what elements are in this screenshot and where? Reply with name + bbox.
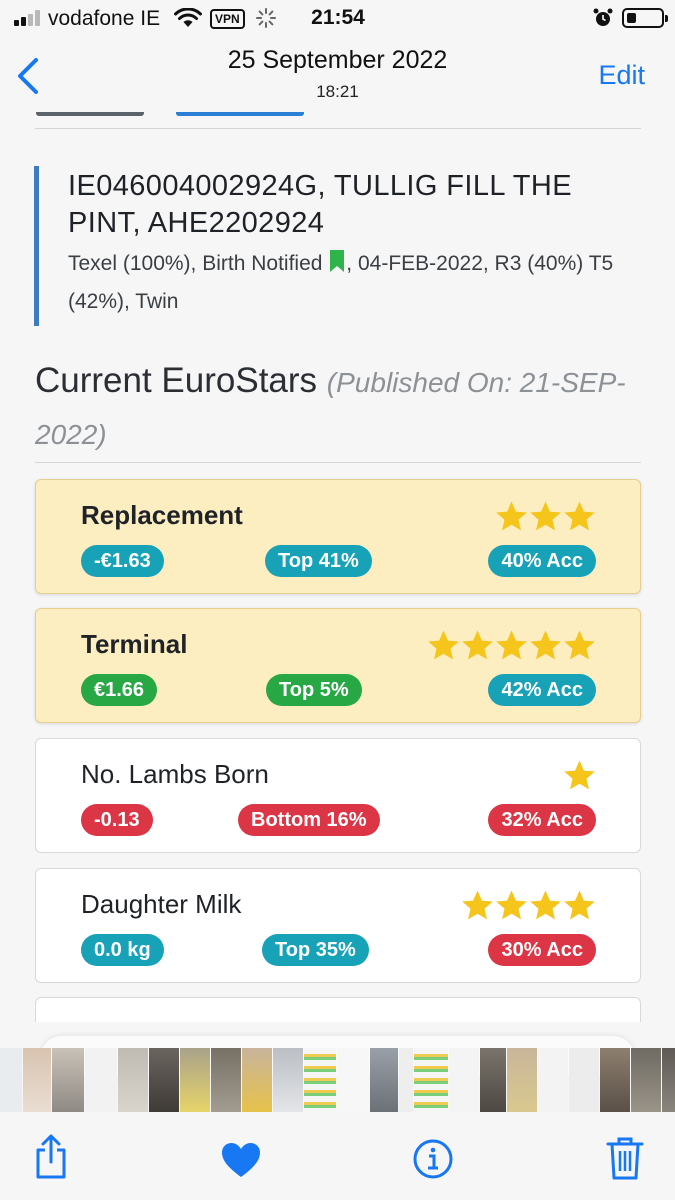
- tab-indicator-active: [176, 112, 304, 116]
- photo-thumbnail[interactable]: [23, 1048, 51, 1112]
- photo-thumbnail[interactable]: [304, 1048, 336, 1112]
- nav-bar: 25 September 2022 18:21 Edit: [0, 38, 675, 112]
- photo-thumbnail[interactable]: [370, 1048, 398, 1112]
- photo-thumbnail[interactable]: [414, 1048, 448, 1112]
- star-rating: [426, 629, 596, 663]
- star-icon: [428, 630, 459, 660]
- alarm-icon: [593, 8, 613, 26]
- photo-thumbnail[interactable]: [0, 1048, 22, 1112]
- accuracy-badge: 42% Acc: [488, 674, 596, 706]
- photo-thumbnail[interactable]: [600, 1048, 630, 1112]
- photo-thumbnail[interactable]: [85, 1048, 117, 1112]
- photo-thumbnail-strip[interactable]: [0, 1048, 675, 1112]
- value-badge: €1.66: [81, 674, 158, 706]
- heart-icon[interactable]: [221, 1142, 261, 1178]
- share-icon[interactable]: [32, 1134, 70, 1180]
- star-rating: [494, 500, 596, 534]
- edit-button[interactable]: Edit: [598, 60, 645, 91]
- card-title: Terminal: [81, 629, 188, 659]
- rank-badge: Top 41%: [265, 545, 372, 577]
- star-icon: [462, 890, 493, 920]
- carrier-name: vodafone IE: [48, 7, 161, 30]
- rank-badge: Top 5%: [266, 674, 362, 706]
- animal-meta-breed: Texel (100%), Birth Notified: [68, 252, 323, 275]
- photo-thumbnail[interactable]: [149, 1048, 179, 1112]
- star-icon: [564, 630, 595, 660]
- photo-time: 18:21: [316, 82, 359, 101]
- photo-thumbnail[interactable]: [337, 1048, 369, 1112]
- photo-thumbnail[interactable]: [449, 1048, 479, 1112]
- star-icon: [530, 630, 561, 660]
- animal-header: IE046004002924G, TULLIG FILL THE PINT, A…: [34, 166, 640, 326]
- eurostar-card-partial[interactable]: [35, 997, 641, 1022]
- rank-badge: Top 35%: [262, 934, 369, 966]
- photo-thumbnail[interactable]: [480, 1048, 506, 1112]
- photo-thumbnail[interactable]: [180, 1048, 210, 1112]
- bookmark-icon: [330, 250, 345, 272]
- value-badge: 0.0 kg: [81, 934, 164, 966]
- status-bar: vodafone IE VPN 21:54: [0, 0, 675, 38]
- photo-thumbnail[interactable]: [631, 1048, 661, 1112]
- photo-thumbnail[interactable]: [242, 1048, 272, 1112]
- photo-thumbnail[interactable]: [52, 1048, 84, 1112]
- eurostar-card-replacement[interactable]: Replacement -€1.63 Top 41% 40% Acc: [35, 479, 641, 594]
- eurostar-card-terminal[interactable]: Terminal €1.66 Top 5% 42% Acc: [35, 608, 641, 723]
- photo-date: 25 September 2022: [227, 46, 448, 74]
- divider: [35, 128, 641, 129]
- card-title: No. Lambs Born: [81, 759, 269, 789]
- value-badge: -0.13: [81, 804, 153, 836]
- star-rating: [562, 759, 596, 793]
- star-icon: [564, 890, 595, 920]
- wifi-icon: [174, 8, 202, 27]
- animal-meta: Texel (100%), Birth Notified , 04-FEB-20…: [68, 245, 640, 321]
- star-icon: [496, 890, 527, 920]
- photo-thumbnail[interactable]: [118, 1048, 148, 1112]
- photo-thumbnail[interactable]: [569, 1048, 599, 1112]
- value-badge: -€1.63: [81, 545, 164, 577]
- eurostar-card-daughter-milk[interactable]: Daughter Milk 0.0 kg Top 35% 30% Acc: [35, 868, 641, 983]
- photo-thumbnail[interactable]: [211, 1048, 241, 1112]
- photo-toolbar: [0, 1112, 675, 1200]
- clock: 21:54: [311, 6, 365, 29]
- screenshot-content: IE046004002924G, TULLIG FILL THE PINT, A…: [0, 112, 675, 1022]
- info-icon[interactable]: [413, 1139, 453, 1179]
- vpn-indicator: VPN: [210, 9, 245, 29]
- star-icon: [496, 501, 527, 531]
- photo-thumbnail[interactable]: [399, 1048, 413, 1112]
- accuracy-badge: 32% Acc: [488, 804, 596, 836]
- section-heading: Current EuroStars: [35, 361, 318, 400]
- animal-title: IE046004002924G, TULLIG FILL THE PINT, A…: [68, 170, 572, 239]
- activity-spinner-icon: [256, 8, 276, 28]
- star-icon: [530, 890, 561, 920]
- star-icon: [496, 630, 527, 660]
- star-icon: [564, 501, 595, 531]
- signal-strength-icon: [14, 10, 42, 26]
- eurostar-card-lambs-born[interactable]: No. Lambs Born -0.13 Bottom 16% 32% Acc: [35, 738, 641, 853]
- card-title: Replacement: [81, 500, 243, 530]
- tab-indicator: [36, 112, 144, 116]
- card-title: Daughter Milk: [81, 889, 242, 919]
- star-rating: [460, 889, 596, 923]
- photo-thumbnail[interactable]: [662, 1048, 675, 1112]
- accuracy-badge: 40% Acc: [488, 545, 596, 577]
- star-icon: [530, 501, 561, 531]
- star-icon: [564, 760, 595, 790]
- photo-thumbnail[interactable]: [507, 1048, 537, 1112]
- accuracy-badge: 30% Acc: [488, 934, 596, 966]
- battery-icon: [622, 8, 668, 28]
- star-icon: [462, 630, 493, 660]
- photo-thumbnail[interactable]: [538, 1048, 568, 1112]
- photo-thumbnail[interactable]: [273, 1048, 303, 1112]
- trash-icon[interactable]: [606, 1136, 644, 1180]
- section-title: Current EuroStars (Published On: 21-SEP-…: [35, 356, 645, 460]
- rank-badge: Bottom 16%: [238, 804, 380, 836]
- divider: [35, 462, 641, 463]
